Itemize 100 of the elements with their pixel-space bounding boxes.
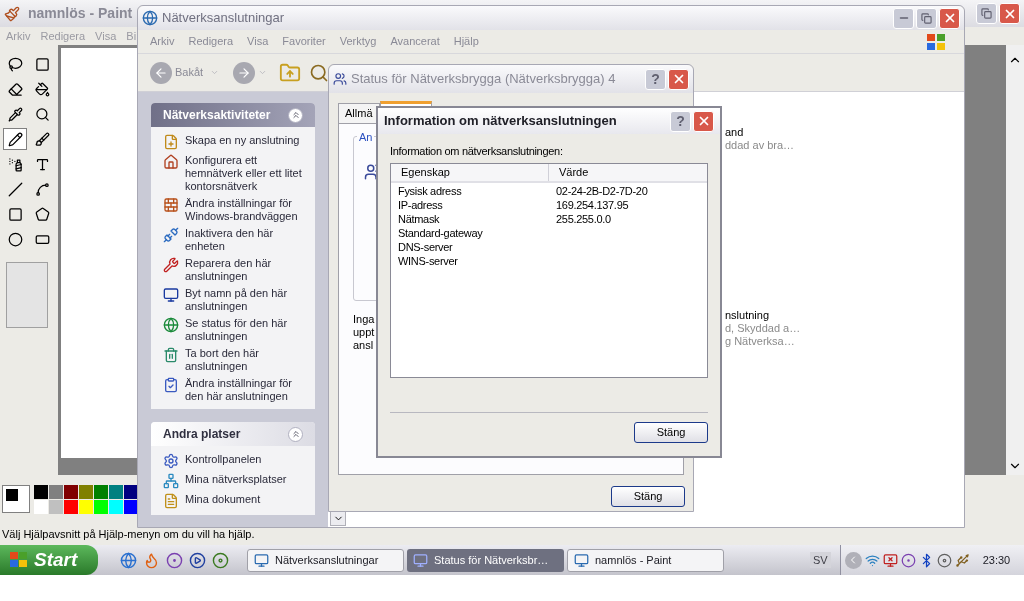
brick-wall-icon: [163, 197, 179, 213]
task-link[interactable]: Ändra inställningar för Windows-brandväggen: [185, 197, 303, 223]
close-dialog-button[interactable]: Stäng: [634, 422, 708, 443]
trash-icon: [163, 347, 179, 363]
status-text: Inga: [353, 313, 376, 326]
help-button[interactable]: ?: [670, 110, 691, 132]
network-globe-icon: [142, 10, 158, 26]
flame-icon[interactable]: [143, 551, 160, 569]
pencil-icon: [7, 131, 23, 147]
pane-header[interactable]: Nätverksaktiviteter: [151, 103, 315, 127]
language-indicator[interactable]: SV: [810, 551, 831, 569]
help-button[interactable]: ?: [645, 68, 666, 90]
task-link[interactable]: Se status för den här anslutningen: [185, 317, 303, 343]
close-button[interactable]: [939, 7, 960, 29]
usb-icon[interactable]: [954, 552, 970, 568]
palette-swatch[interactable]: [109, 484, 123, 499]
disconnected-icon[interactable]: [882, 552, 898, 568]
caret-icon: [258, 68, 268, 77]
network-bridge-icon: [333, 72, 347, 86]
globe-icon[interactable]: [120, 551, 137, 569]
clock[interactable]: 23:30: [982, 551, 1011, 569]
pane-title: Andra platser: [163, 426, 241, 443]
column-header[interactable]: Egenskap: [391, 164, 548, 181]
taskbar-button[interactable]: namnlös - Paint: [567, 548, 724, 572]
column-header[interactable]: Värde: [548, 164, 707, 181]
pane-header[interactable]: Andra platser: [151, 422, 315, 446]
taskbar-button[interactable]: Status för Nätverksbr…: [407, 548, 564, 572]
window-title: Status för Nätverksbrygga (Nätverksbrygga) 4: [351, 70, 616, 89]
tool-button[interactable]: [3, 128, 27, 150]
magnifier-icon: [34, 106, 50, 122]
status-text: uppt: [353, 326, 376, 339]
current-colors: [2, 485, 30, 513]
task-link[interactable]: Reparera den här anslutningen: [185, 257, 303, 283]
new-file-icon: [163, 134, 179, 150]
connection-name[interactable]: and: [725, 126, 964, 139]
vertical-scrollbar[interactable]: [1006, 45, 1024, 475]
restore-icon: [921, 12, 932, 24]
documents-icon: [163, 493, 179, 509]
start-button[interactable]: Start: [0, 545, 98, 575]
line-icon: [7, 181, 23, 197]
network-icon: [163, 473, 179, 489]
window-title: namnlös - Paint: [28, 4, 133, 23]
close-button[interactable]: [668, 68, 689, 90]
tab[interactable]: Allmä: [338, 103, 380, 123]
paint-bucket-icon: [34, 81, 50, 97]
property-cell-text: WINS-server: [397, 254, 459, 268]
task-link[interactable]: Mina nätverksplatser: [185, 473, 303, 486]
close-button[interactable]: [999, 3, 1020, 24]
task-link[interactable]: Mina dokument: [185, 493, 303, 506]
monitor-icon: [163, 287, 179, 303]
palette-swatch[interactable]: [64, 499, 78, 514]
flag-logo-icon: [926, 32, 946, 51]
status-text: Välj Hjälpavsnitt på Hjälp-menyn om du vill ha hjälp.: [2, 526, 255, 542]
maximize-button[interactable]: [916, 7, 937, 29]
task-link[interactable]: Ta bort den här anslutningen: [185, 347, 303, 373]
task-link[interactable]: Inaktivera den här enheten: [185, 227, 303, 253]
task-link[interactable]: Byt namn på den här anslutningen: [185, 287, 303, 313]
task-link[interactable]: Ändra inställningar för den här anslutningen: [185, 377, 303, 403]
palette-swatch[interactable]: [49, 484, 63, 499]
search-icon[interactable]: [309, 62, 330, 83]
palette-swatch[interactable]: [124, 484, 138, 499]
paint-app-icon: [4, 5, 20, 22]
spray-can-icon: [7, 156, 23, 172]
connection-name[interactable]: nslutning: [725, 309, 964, 322]
control-panel-icon: [163, 453, 179, 469]
window-title: Nätverksanslutningar: [162, 9, 285, 28]
letter-icon: [34, 156, 50, 172]
palette-swatch[interactable]: [64, 484, 78, 499]
restore-button[interactable]: [976, 3, 997, 24]
palette-swatch[interactable]: [124, 499, 138, 514]
palette-swatch[interactable]: [94, 499, 108, 514]
window-title: Information om nätverksanslutningen: [384, 112, 617, 131]
collapse-icon[interactable]: [288, 107, 303, 123]
taskbar-button[interactable]: Nätverksanslutningar: [247, 548, 404, 572]
minimize-button[interactable]: [893, 7, 914, 29]
palette-swatch[interactable]: [34, 484, 48, 499]
property-cell-text: Standard-gateway: [397, 226, 484, 240]
palette-swatch[interactable]: [79, 484, 93, 499]
close-dialog-button[interactable]: Stäng: [611, 486, 685, 507]
connection-detail: d, Skyddad a…: [725, 322, 802, 335]
palette-swatch[interactable]: [49, 499, 63, 514]
checklist-icon: [163, 377, 179, 393]
palette-swatch[interactable]: [94, 484, 108, 499]
close-button[interactable]: [693, 110, 714, 132]
palette-swatch[interactable]: [34, 499, 48, 514]
disc-icon[interactable]: [212, 551, 229, 569]
wireless-icon[interactable]: [864, 552, 880, 568]
play-icon[interactable]: [189, 551, 206, 569]
brush-icon: [34, 131, 50, 147]
task-link[interactable]: Kontrollpanelen: [185, 453, 303, 466]
task-link[interactable]: Skapa en ny anslutning: [185, 134, 303, 147]
palette-swatch[interactable]: [109, 499, 123, 514]
forward-arrow-icon: [237, 65, 252, 80]
back-arrow-icon: [154, 65, 168, 80]
connection-detail: ddad av bra…: [725, 139, 796, 152]
palette-swatch[interactable]: [79, 499, 93, 514]
disc-icon[interactable]: [936, 552, 952, 568]
task-link[interactable]: Konfigurera ett hemnätverk eller ett litet kontorsnätverk: [185, 154, 303, 193]
property-cell-text: DNS-server: [397, 240, 454, 254]
info-label: Information om nätverksanslutningen:: [390, 145, 564, 158]
